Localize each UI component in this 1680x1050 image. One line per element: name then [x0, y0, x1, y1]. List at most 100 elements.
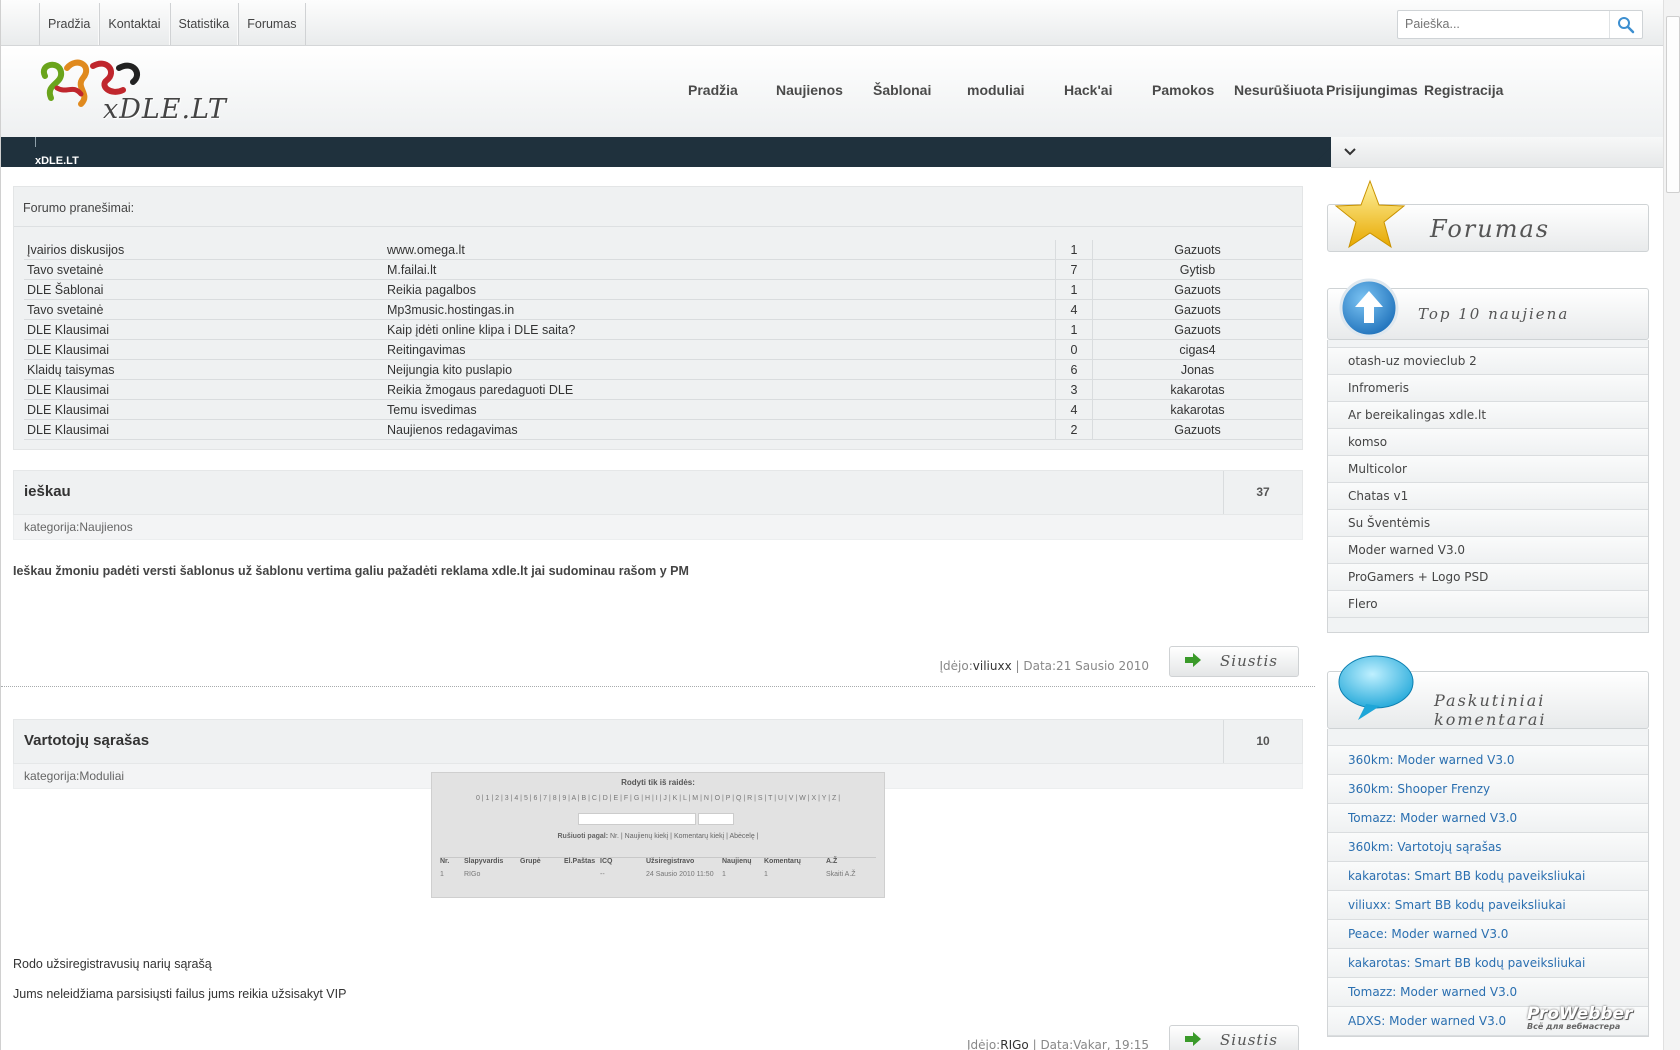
- list-item[interactable]: Flero: [1328, 591, 1648, 618]
- post-text: Jums neleidžiama parsisiųsti failus jums…: [13, 987, 347, 1001]
- list-item[interactable]: ProGamers + Logo PSD: [1328, 564, 1648, 591]
- breadcrumb: xDLE.LT: [35, 155, 79, 167]
- list-item[interactable]: Moder warned V3.0: [1328, 537, 1648, 564]
- list-item[interactable]: Chatas v1: [1328, 483, 1648, 510]
- search-button[interactable]: [1609, 11, 1642, 38]
- forum-box-title: Forumo pranešimai:: [23, 201, 135, 215]
- post-author[interactable]: viliuxx: [973, 659, 1012, 673]
- forum-topic-link[interactable]: Reitingavimas: [384, 339, 1056, 360]
- post-author[interactable]: RIGo: [1000, 1038, 1029, 1050]
- post-meta: Įdėjo:RIGo | Data:Vakar, 19:15: [967, 1038, 1149, 1050]
- comment-link[interactable]: 360km: Moder warned V3.0: [1328, 746, 1648, 775]
- chevron-down-icon[interactable]: [1343, 147, 1357, 157]
- latest-comments-list: 360km: Moder warned V3.0 360km: Shooper F…: [1327, 729, 1649, 1037]
- shot-cell: 1: [722, 871, 726, 878]
- scrollbar[interactable]: [1663, 0, 1680, 1050]
- mainnav-login[interactable]: Prisijungimas: [1326, 82, 1418, 98]
- main-content: Forumo pranešimai: Įvairios diskusijos ww…: [1, 186, 1315, 1050]
- topnav-forum[interactable]: Forumas: [238, 3, 306, 45]
- forum-topic-link[interactable]: M.failai.lt: [384, 259, 1056, 280]
- green-arrow-icon: [1185, 1032, 1201, 1046]
- shot-sort-label: Rušiuoti pagal:: [557, 833, 609, 840]
- sidebar-toggle-bar: [1331, 137, 1663, 168]
- forum-author-cell: Gytisb: [1092, 259, 1302, 280]
- comment-link[interactable]: Peace: Moder warned V3.0: [1328, 920, 1648, 949]
- divider: [1328, 729, 1648, 746]
- forum-author-cell: kakarotas: [1092, 399, 1302, 420]
- topnav-contacts[interactable]: Kontaktai: [99, 3, 170, 45]
- forum-topic-link[interactable]: Reikia pagalbos: [384, 279, 1056, 300]
- post-footer: Įdėjo:RIGo | Data:Vakar, 19:15 Siustis: [13, 1025, 1303, 1050]
- sidebar: Forumas Top 10 naujiena otash-uz moviecl…: [1327, 179, 1649, 1037]
- site-header: xDLE.LT Pradžia Naujienos Šablonai modul…: [1, 46, 1663, 137]
- forum-widget[interactable]: Forumas: [1327, 179, 1649, 252]
- shot-cell: Skaiti A.Ž: [826, 871, 856, 878]
- shot-sort-options: Nr. | Naujienų kiekį | Komentarų kiekį |…: [610, 833, 759, 840]
- table-row: Klaidų taisymas Neijungia kito puslapio 6 J…: [24, 359, 1302, 380]
- comment-link[interactable]: kakarotas: Smart BB kodų paveiksliukai: [1328, 862, 1648, 891]
- comment-link[interactable]: kakarotas: Smart BB kodų paveiksliukai: [1328, 949, 1648, 978]
- download-button[interactable]: Siustis: [1169, 646, 1299, 677]
- post-screenshot[interactable]: Rodyti tik iš raidės: 0 | 1 | 2 | 3 | 4 …: [431, 772, 885, 898]
- comment-link[interactable]: Tomazz: Moder warned V3.0: [1328, 978, 1648, 1007]
- forum-reply-count: 6: [1055, 359, 1093, 380]
- topnav-statistics[interactable]: Statistika: [169, 3, 239, 45]
- shot-title: Rodyti tik iš raidės:: [621, 778, 695, 787]
- list-item[interactable]: komso: [1328, 429, 1648, 456]
- mainnav-lessons[interactable]: Pamokos: [1152, 82, 1214, 98]
- forum-topic-link[interactable]: Kaip įdėti online klipa i DLE saita?: [384, 319, 1056, 340]
- search-input[interactable]: [1398, 11, 1612, 36]
- post-view-count: 10: [1223, 720, 1302, 763]
- topnav-home[interactable]: Pradžia: [39, 3, 100, 45]
- post-header: ieškau 37: [13, 470, 1303, 515]
- top-bar: Pradžia Kontaktai Statistika Forumas: [1, 0, 1663, 46]
- forum-reply-count: 7: [1055, 259, 1093, 280]
- top-widget-header: Top 10 naujiena: [1327, 278, 1649, 340]
- mainnav-modules[interactable]: moduliai: [967, 82, 1025, 98]
- post-title[interactable]: Vartotojų sąrašas: [24, 732, 149, 749]
- comment-link[interactable]: 360km: Shooper Frenzy: [1328, 775, 1648, 804]
- forum-topic-link[interactable]: Naujienos redagavimas: [384, 419, 1056, 440]
- post-author-label: Įdėjo:: [939, 659, 973, 673]
- shot-column-header: Slapyvardis: [464, 858, 504, 865]
- forum-category-cell: Klaidų taisymas: [24, 359, 384, 380]
- list-item[interactable]: Infromeris: [1328, 375, 1648, 402]
- table-row: Tavo svetainė M.failai.lt 7 Gytisb: [24, 259, 1302, 280]
- forum-topic-link[interactable]: Neijungia kito puslapio: [384, 359, 1056, 380]
- mainnav-register[interactable]: Registracija: [1424, 82, 1503, 98]
- table-row: DLE Šablonai Reikia pagalbos 1 Gazuots: [24, 279, 1302, 300]
- list-item[interactable]: Multicolor: [1328, 456, 1648, 483]
- shot-column-header: A.Ž: [826, 858, 838, 865]
- shot-column-header: Užsiregistravo: [646, 858, 695, 865]
- forum-category-cell: Tavo svetainė: [24, 259, 384, 280]
- list-item[interactable]: Su Šventėmis: [1328, 510, 1648, 537]
- forum-topic-link[interactable]: www.omega.lt: [384, 240, 1056, 260]
- mainnav-hacks[interactable]: Hack'ai: [1064, 82, 1112, 98]
- comment-link[interactable]: 360km: Vartotojų sąrašas: [1328, 833, 1648, 862]
- forum-topic-link[interactable]: Mp3music.hostingas.in: [384, 299, 1056, 320]
- page: Pradžia Kontaktai Statistika Forumas Pai…: [0, 0, 1664, 1050]
- list-item[interactable]: otash-uz movieclub 2: [1328, 348, 1648, 375]
- mainnav-unsorted[interactable]: Nesurūšiuota: [1234, 82, 1323, 98]
- site-logo[interactable]: xDLE.LT: [37, 54, 227, 134]
- forum-reply-count: 1: [1055, 279, 1093, 300]
- divider: [1328, 340, 1648, 348]
- forum-table: Įvairios diskusijos www.omega.lt 1 Gazuots T…: [24, 240, 1302, 440]
- prowebber-watermark: ProWebber Всё для вебмастера: [1527, 1004, 1632, 1031]
- comment-link[interactable]: viliuxx: Smart BB kodų paveiksliukai: [1328, 891, 1648, 920]
- post-title[interactable]: ieškau: [24, 483, 71, 500]
- list-item[interactable]: Ar bereikalingas xdle.lt: [1328, 402, 1648, 429]
- forum-topic-link[interactable]: Reikia žmogaus paredaguoti DLE: [384, 379, 1056, 400]
- scrollbar-thumb[interactable]: [1666, 16, 1680, 193]
- top-widget-title: Top 10 naujiena: [1418, 305, 1570, 323]
- mainnav-home[interactable]: Pradžia: [688, 82, 738, 98]
- mainnav-templates[interactable]: Šablonai: [873, 82, 931, 98]
- mainnav-news[interactable]: Naujienos: [776, 82, 843, 98]
- download-button[interactable]: Siustis: [1169, 1025, 1299, 1050]
- breadcrumb-strip: [1, 137, 1341, 167]
- search-icon: [1618, 17, 1635, 34]
- post-header: Vartotojų sąrašas 10: [13, 719, 1303, 764]
- comment-link[interactable]: Tomazz: Moder warned V3.0: [1328, 804, 1648, 833]
- forum-topic-link[interactable]: Temu isvedimas: [384, 399, 1056, 420]
- forum-category-cell: DLE Klausimai: [24, 419, 384, 440]
